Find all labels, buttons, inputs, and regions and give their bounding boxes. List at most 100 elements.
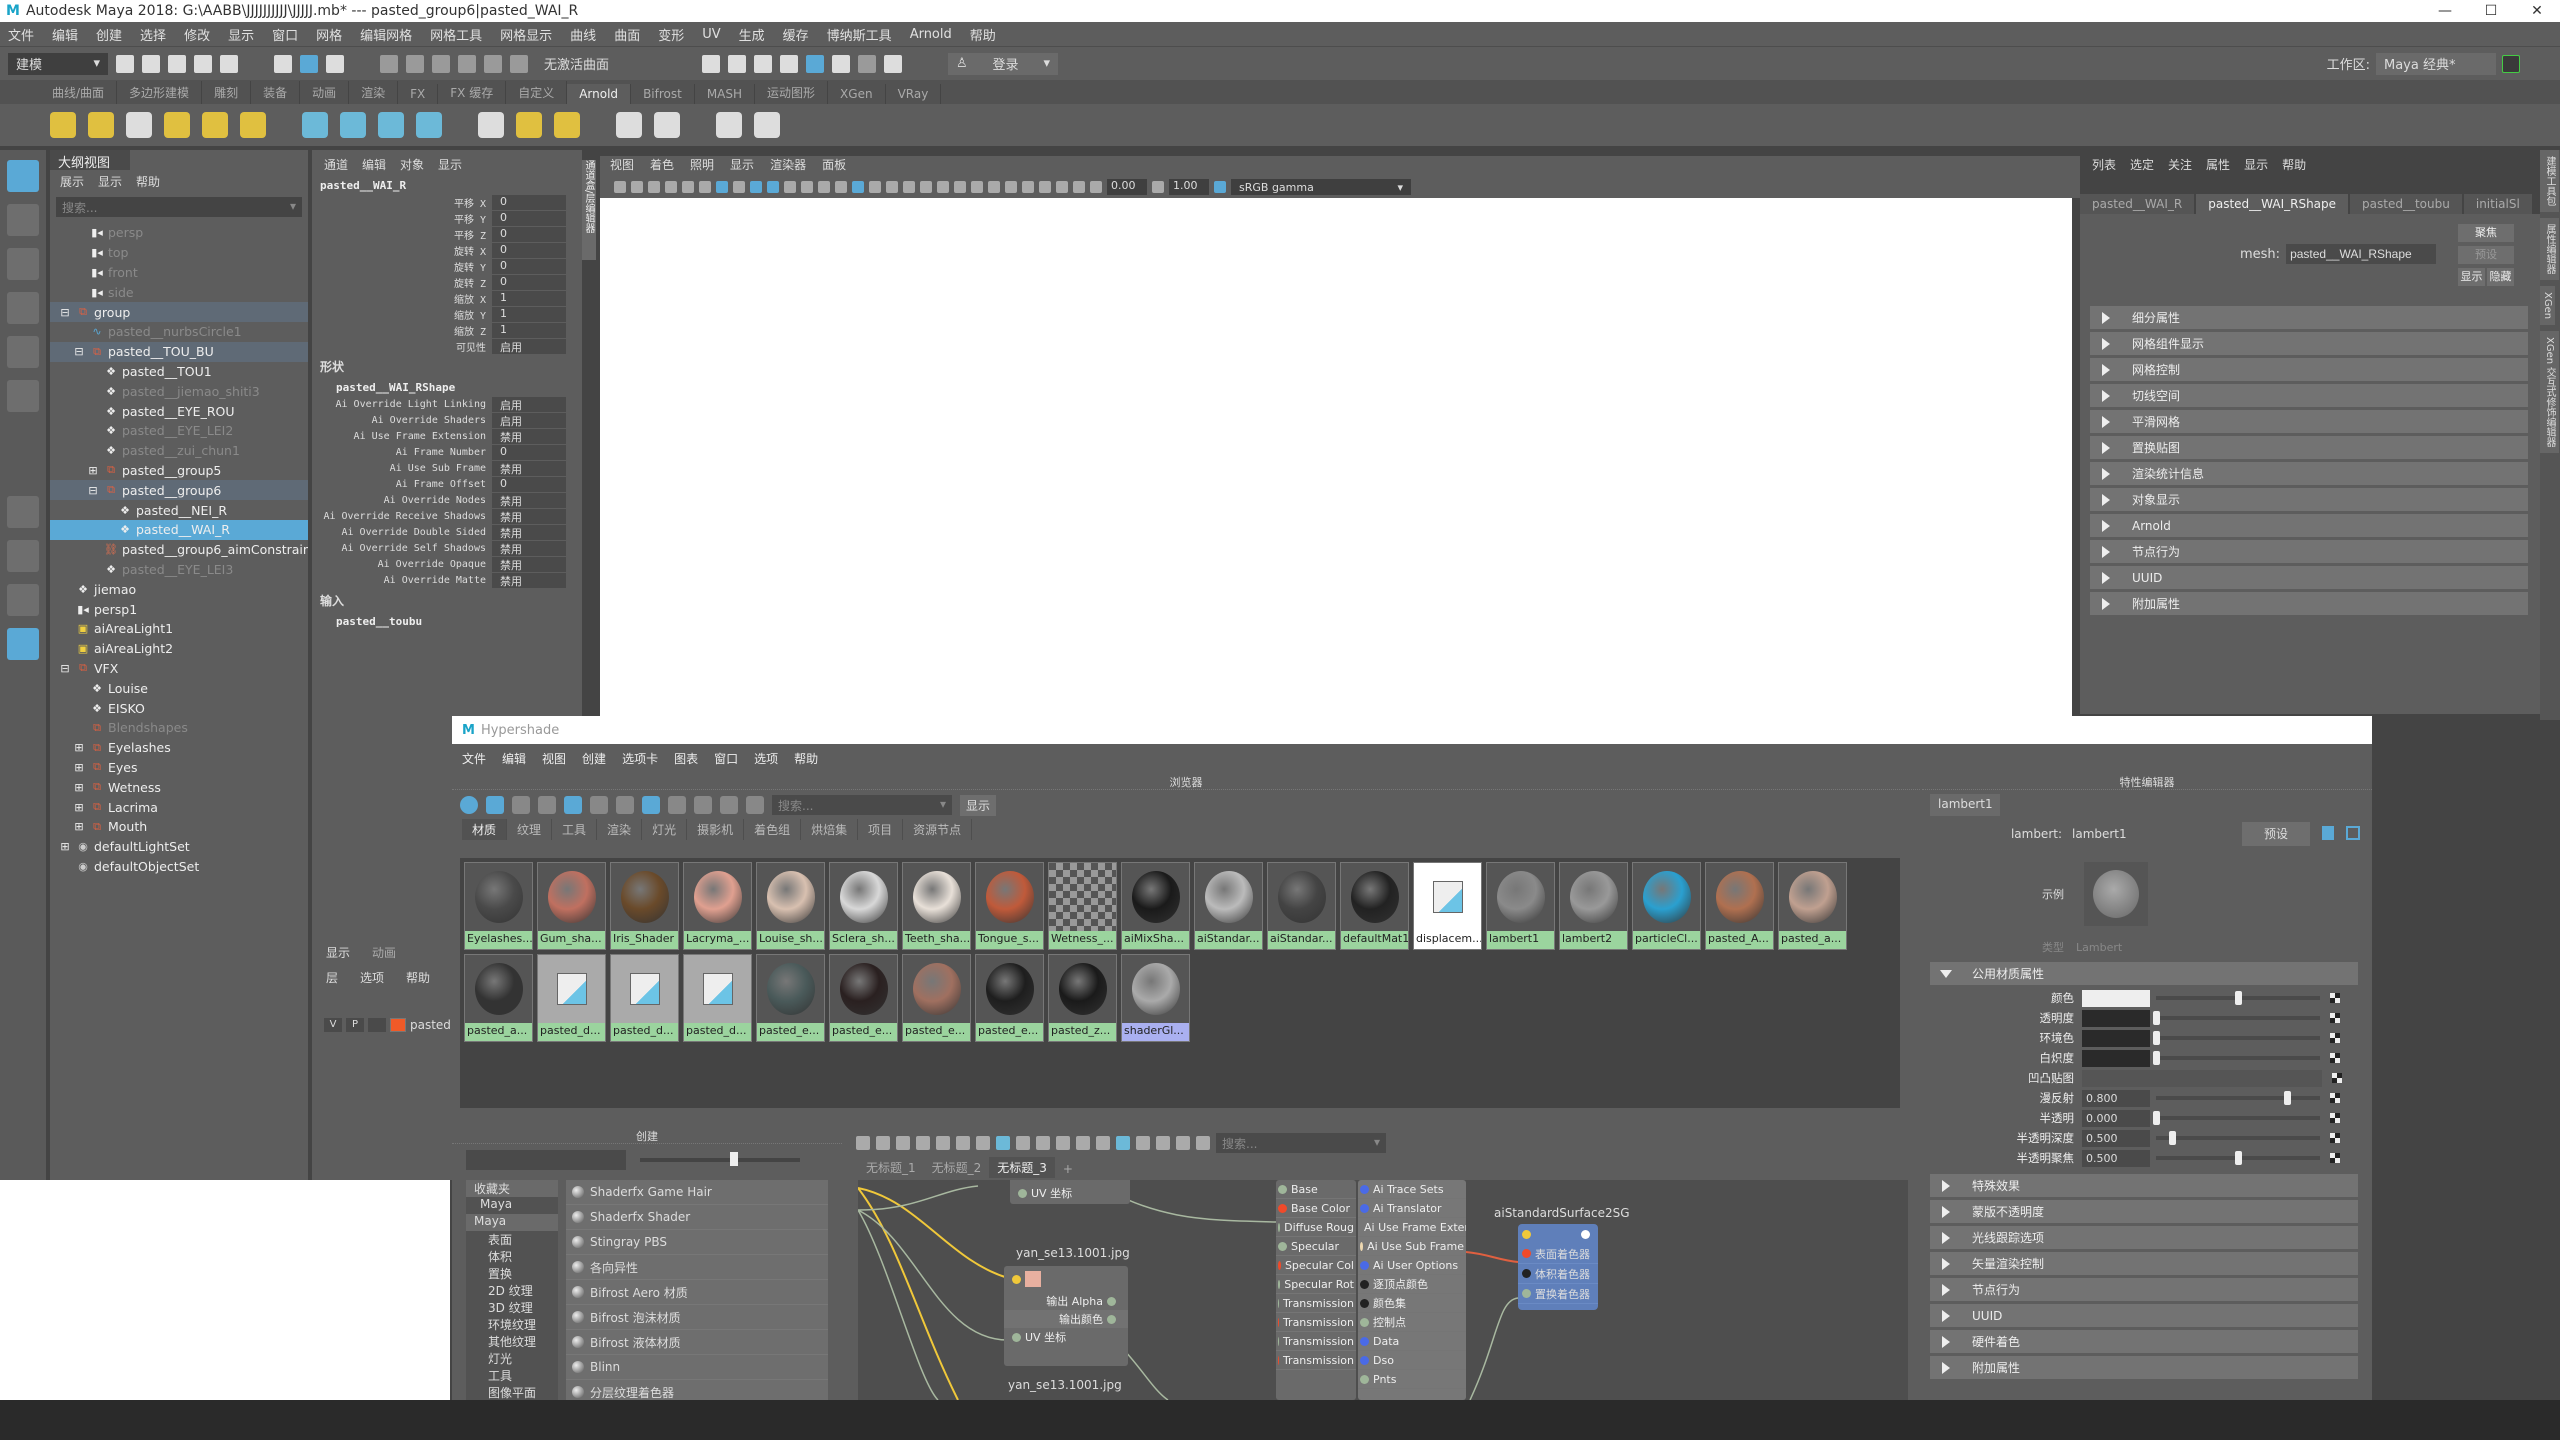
output-connections-icon[interactable] xyxy=(896,1136,910,1150)
ipr-render-icon[interactable] xyxy=(754,54,772,73)
color-swatch[interactable] xyxy=(2082,1029,2150,1047)
shader-attr-row[interactable]: Ai Use Sub Frame xyxy=(1358,1237,1466,1256)
input-port[interactable] xyxy=(1278,1260,1281,1270)
workspace-dropdown[interactable]: Maya 经典* xyxy=(2376,52,2496,75)
channel-value[interactable]: 禁用 xyxy=(492,556,566,572)
browser-tab[interactable]: 材质 xyxy=(462,819,508,840)
anti-aliasing-icon[interactable] xyxy=(988,181,1000,193)
channel-value[interactable]: 禁用 xyxy=(492,540,566,556)
material-swatch[interactable]: pasted_e... xyxy=(756,954,825,1042)
map-texture-icon[interactable] xyxy=(2330,1153,2340,1163)
menu-item[interactable]: 编辑网格 xyxy=(360,25,412,44)
channel-menu-item[interactable]: 显示 xyxy=(438,156,462,173)
channel-row[interactable]: Ai Use Sub Frame 禁用 xyxy=(312,460,582,476)
channel-value[interactable]: 启用 xyxy=(492,412,566,428)
file-node[interactable]: 输出 Alpha 输出颜色 UV 坐标 xyxy=(1004,1266,1128,1366)
create-node-item[interactable]: 各向异性 xyxy=(566,1255,828,1280)
render-view-icon[interactable] xyxy=(702,54,720,73)
snap-view-plane-icon[interactable] xyxy=(484,54,502,73)
graph-layout-icon[interactable] xyxy=(976,1136,990,1150)
frame-all-icon[interactable] xyxy=(1096,1136,1110,1150)
shader-input-row[interactable]: Transmission xyxy=(1276,1332,1356,1351)
ae-section[interactable]: 节点行为 xyxy=(2090,540,2528,563)
ae-menu-item[interactable]: 帮助 xyxy=(2282,156,2306,176)
channel-row[interactable]: 平移 X 0 xyxy=(312,194,582,210)
mesh-light-icon[interactable] xyxy=(88,112,114,138)
presets-button[interactable]: 预设 xyxy=(2242,822,2310,846)
lock-icon[interactable] xyxy=(2502,54,2520,73)
ae-tab[interactable]: pasted__WAI_RShape xyxy=(2196,194,2349,214)
swatch-render-toggle[interactable] xyxy=(460,796,478,814)
outliner-item[interactable]: ⧉ Blendshapes xyxy=(50,718,308,738)
expand-toggle-icon[interactable]: ⊞ xyxy=(72,781,86,794)
slider-knob[interactable] xyxy=(2153,1111,2160,1125)
material-swatch[interactable]: pasted_d... xyxy=(537,954,606,1042)
menu-item[interactable]: 显示 xyxy=(228,25,254,44)
slider-knob[interactable] xyxy=(2153,1031,2160,1045)
channel-row[interactable]: Ai Override Shaders 启用 xyxy=(312,412,582,428)
channel-row[interactable]: 平移 Z 0 xyxy=(312,226,582,242)
ae-section[interactable]: 切线空间 xyxy=(2090,384,2528,407)
gate-mask-icon[interactable] xyxy=(767,181,779,193)
color-swatch[interactable] xyxy=(2082,1009,2150,1027)
physical-sky-icon[interactable] xyxy=(240,112,266,138)
shadows-icon[interactable] xyxy=(937,181,949,193)
create-category[interactable]: 工具 xyxy=(466,1367,558,1384)
channel-row[interactable]: Ai Use Frame Extension 禁用 xyxy=(312,428,582,444)
attribute-slider[interactable] xyxy=(2156,991,2320,1005)
ae-section[interactable]: Arnold xyxy=(2090,514,2528,537)
menu-item[interactable]: 曲线 xyxy=(570,25,596,44)
play-icon[interactable] xyxy=(754,112,780,138)
browser-search-input[interactable]: 搜索... ▾ xyxy=(772,795,952,815)
slider-knob[interactable] xyxy=(2235,1151,2242,1165)
icon-view-icon[interactable] xyxy=(486,796,504,814)
shelf-tab[interactable]: FX xyxy=(398,84,439,104)
remove-selected-icon[interactable] xyxy=(956,1136,970,1150)
channel-menu-item[interactable]: 编辑 xyxy=(362,156,386,173)
hide-button[interactable]: 隐藏 xyxy=(2487,268,2514,286)
outliner-item[interactable]: ❖ pasted__EYE_ROU xyxy=(50,401,308,421)
file-input-port[interactable] xyxy=(1012,1274,1021,1284)
outliner-item[interactable]: ⊟ ⧉ group xyxy=(50,302,308,322)
outliner-menu-item[interactable]: 展示 xyxy=(60,173,84,190)
menu-item[interactable]: 曲面 xyxy=(614,25,640,44)
paint-select-tool-icon[interactable] xyxy=(7,248,39,280)
property-section[interactable]: 节点行为 xyxy=(1930,1278,2358,1301)
ae-menu-item[interactable]: 选定 xyxy=(2130,156,2154,176)
input-port[interactable] xyxy=(1278,1279,1281,1289)
channel-row[interactable]: 可见性 启用 xyxy=(312,338,582,354)
menu-item[interactable]: 网格 xyxy=(316,25,342,44)
area-light-icon[interactable] xyxy=(50,112,76,138)
grease-pencil-icon[interactable] xyxy=(699,181,711,193)
bump-map-field[interactable] xyxy=(2082,1069,2322,1087)
attribute-value-field[interactable]: 0.000 xyxy=(2082,1109,2150,1127)
graph-tab[interactable]: + xyxy=(1055,1160,1081,1178)
input-port[interactable] xyxy=(1278,1317,1279,1327)
browser-tab[interactable]: 项目 xyxy=(858,819,904,840)
attr-port[interactable] xyxy=(1360,1317,1369,1327)
channel-value[interactable]: 1 xyxy=(492,306,566,322)
select-object-icon[interactable] xyxy=(300,54,318,73)
new-scene-icon[interactable] xyxy=(116,54,134,73)
filter-icon[interactable] xyxy=(1196,1136,1210,1150)
field-chart-icon[interactable] xyxy=(784,181,796,193)
slider-knob[interactable] xyxy=(2169,1131,2177,1145)
node-graph-canvas[interactable]: UV 坐标 yan_se13.1001.jpg 输出 Alpha 输出颜色 UV… xyxy=(858,1180,1908,1400)
ae-menu-item[interactable]: 关注 xyxy=(2168,156,2192,176)
sg-port-row[interactable]: 体积着色器 xyxy=(1518,1264,1598,1284)
pause-icon[interactable] xyxy=(884,54,902,73)
map-texture-icon[interactable] xyxy=(2330,1093,2340,1103)
material-swatch[interactable]: pasted_d... xyxy=(683,954,752,1042)
shader-input-row[interactable]: Specular xyxy=(1276,1237,1356,1256)
outliner-item[interactable]: ❖ pasted__zui_chun1 xyxy=(50,441,308,461)
browser-tab[interactable]: 渲染 xyxy=(597,819,643,840)
create-filter-input[interactable] xyxy=(466,1150,626,1170)
attr-port[interactable] xyxy=(1360,1184,1369,1194)
browser-tab[interactable]: 烘焙集 xyxy=(801,819,859,840)
property-section[interactable]: 光线跟踪选项 xyxy=(1930,1226,2358,1249)
color-swatch[interactable] xyxy=(2082,1049,2150,1067)
material-swatch[interactable]: pasted_d... xyxy=(610,954,679,1042)
tx-manager-icon[interactable] xyxy=(554,112,580,138)
texture-manager-icon[interactable] xyxy=(478,112,504,138)
ae-tab[interactable]: initialSl xyxy=(2463,194,2532,214)
